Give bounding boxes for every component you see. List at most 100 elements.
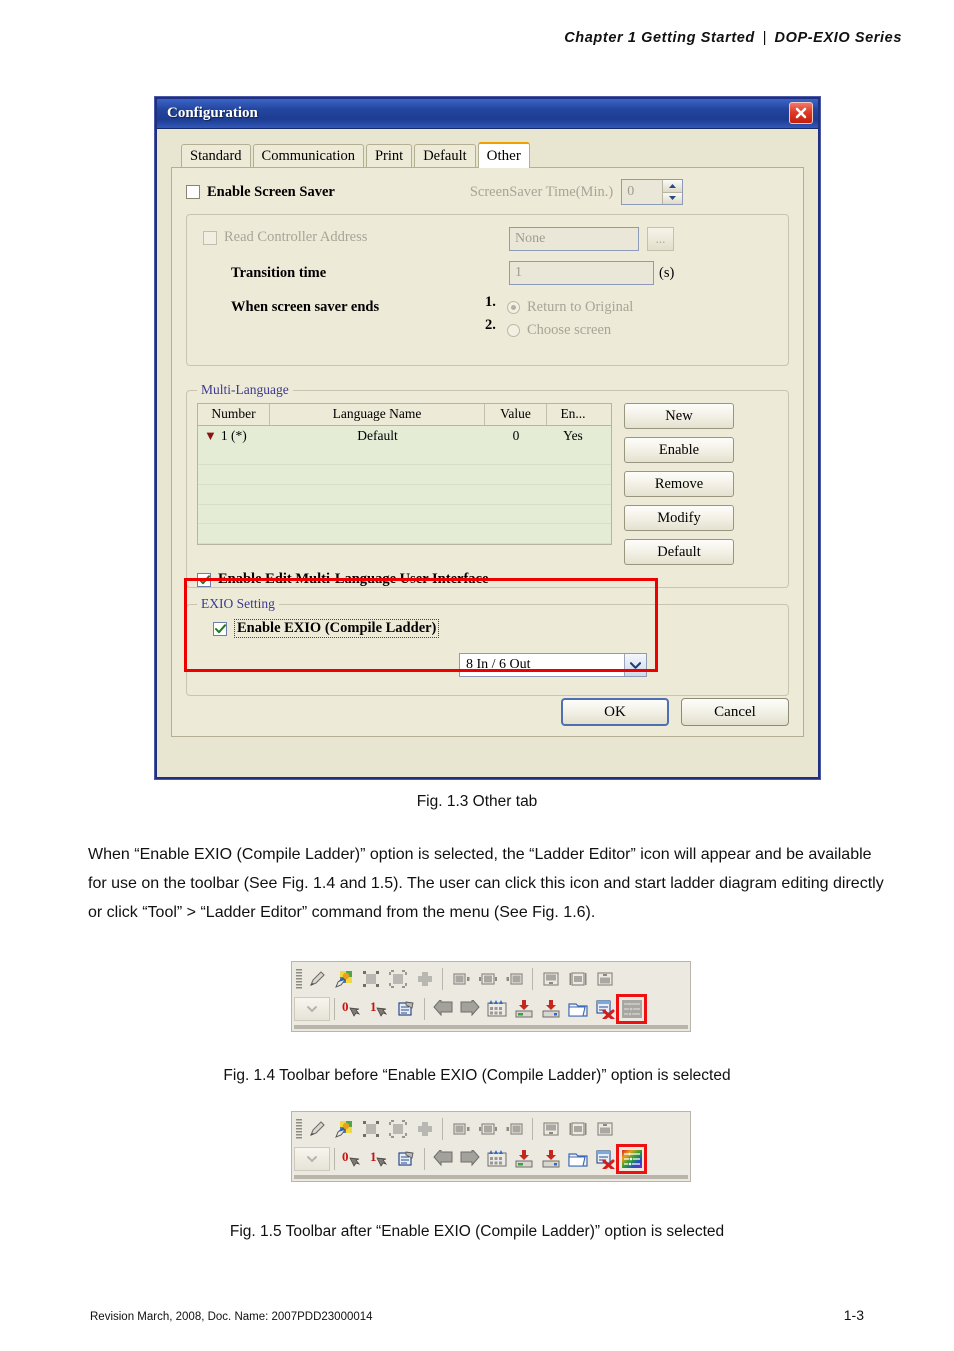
- next-screen-icon[interactable]: [456, 1146, 483, 1172]
- return-to-original-option[interactable]: Return to Original: [507, 299, 633, 316]
- align-right-icon[interactable]: [501, 1116, 528, 1142]
- table-row[interactable]: ▼ 1 (*) Default 0 Yes: [198, 426, 611, 446]
- open-folder-icon[interactable]: [564, 1146, 591, 1172]
- screensaver-time-stepper[interactable]: 0: [621, 179, 684, 205]
- dialog-title: Configuration: [167, 105, 258, 121]
- upload-icon[interactable]: [537, 1146, 564, 1172]
- tab-communication[interactable]: Communication: [252, 144, 364, 167]
- align-middle-icon[interactable]: [564, 966, 591, 992]
- cancel-button[interactable]: Cancel: [681, 698, 789, 726]
- state-0-icon[interactable]: 0: [339, 996, 366, 1022]
- previous-screen-icon[interactable]: [429, 996, 456, 1022]
- align-top-icon[interactable]: [537, 1116, 564, 1142]
- read-controller-row: Read Controller Address: [203, 229, 367, 246]
- transition-time-field[interactable]: 1: [509, 261, 654, 285]
- controller-address-field[interactable]: None: [509, 227, 639, 251]
- previous-screen-icon[interactable]: [429, 1146, 456, 1172]
- enable-screen-saver-checkbox[interactable]: [186, 185, 200, 199]
- column-header-value: Value: [485, 404, 547, 425]
- image-picker-icon[interactable]: [330, 1116, 357, 1142]
- row-language-name: Default: [357, 427, 398, 443]
- align-bottom-icon[interactable]: [591, 1116, 618, 1142]
- tab-print[interactable]: Print: [365, 144, 413, 167]
- ok-button[interactable]: OK: [561, 698, 669, 726]
- table-row[interactable]: [198, 445, 611, 466]
- default-language-button[interactable]: Default: [624, 539, 734, 565]
- align-bottom-icon[interactable]: [591, 966, 618, 992]
- caption-fig-1-5: Fig. 1.5 Toolbar after “Enable EXIO (Com…: [229, 1223, 725, 1240]
- language-table[interactable]: Number Language Name Value En... ▼ 1 (*)…: [197, 403, 612, 545]
- modify-language-button[interactable]: Modify: [624, 505, 734, 531]
- table-row[interactable]: [198, 465, 611, 485]
- state-1-icon[interactable]: 1: [366, 996, 393, 1022]
- keypad-icon[interactable]: [483, 1146, 510, 1172]
- align-center-icon[interactable]: [474, 1116, 501, 1142]
- tab-standard[interactable]: Standard: [181, 144, 251, 167]
- ladder-editor-icon[interactable]: [616, 1144, 647, 1174]
- browse-address-button[interactable]: ...: [647, 227, 674, 251]
- node-shape-icon[interactable]: [411, 966, 438, 992]
- keypad-icon[interactable]: [483, 996, 510, 1022]
- page-header: Chapter 1 Getting Started | DOP-EXIO Ser…: [564, 30, 902, 46]
- tab-default[interactable]: Default: [414, 144, 476, 167]
- read-controller-address-checkbox[interactable]: [203, 230, 217, 245]
- image-picker-icon[interactable]: [330, 966, 357, 992]
- toolbar-after-exio: 0 1: [291, 1111, 691, 1182]
- align-top-icon[interactable]: [537, 966, 564, 992]
- upload-icon[interactable]: [537, 996, 564, 1022]
- tab-other[interactable]: Other: [477, 142, 530, 168]
- choose-screen-option[interactable]: Choose screen: [507, 322, 611, 339]
- return-to-original-radio[interactable]: [507, 301, 520, 314]
- close-icon[interactable]: [789, 102, 813, 124]
- screen-properties-icon[interactable]: [393, 996, 420, 1022]
- download-icon[interactable]: [510, 1146, 537, 1172]
- controller-address-value: None: [515, 231, 546, 246]
- align-middle-icon[interactable]: [564, 1116, 591, 1142]
- dropdown-chevron-icon[interactable]: [294, 1147, 330, 1171]
- screen-properties-icon[interactable]: [393, 1146, 420, 1172]
- option-1-number: 1.: [485, 294, 496, 310]
- group-shape-icon[interactable]: [384, 966, 411, 992]
- align-left-icon[interactable]: [447, 966, 474, 992]
- grip-handle[interactable]: [294, 1117, 303, 1141]
- row-enabled: Yes: [563, 427, 583, 443]
- transition-time-value: 1: [515, 265, 522, 280]
- ladder-editor-icon[interactable]: [616, 994, 647, 1024]
- toolbar-bottom-edge: [294, 1175, 688, 1179]
- footer-page-number: 1-3: [843, 1307, 864, 1323]
- align-right-icon[interactable]: [501, 966, 528, 992]
- grip-handle[interactable]: [294, 967, 303, 991]
- stepper-down-icon[interactable]: [663, 192, 683, 204]
- remove-language-button[interactable]: Remove: [624, 471, 734, 497]
- table-row[interactable]: [198, 505, 611, 525]
- dropdown-chevron-icon[interactable]: [294, 997, 330, 1021]
- new-language-button[interactable]: New: [624, 403, 734, 429]
- dialog-body: Standard Communication Print Default Oth…: [157, 129, 818, 777]
- return-to-original-label: Return to Original: [527, 299, 634, 315]
- state-1-icon[interactable]: 1: [366, 1146, 393, 1172]
- select-shape-icon[interactable]: [357, 966, 384, 992]
- node-shape-icon[interactable]: [411, 1116, 438, 1142]
- state-0-icon[interactable]: 0: [339, 1146, 366, 1172]
- align-left-icon[interactable]: [447, 1116, 474, 1142]
- open-folder-icon[interactable]: [564, 996, 591, 1022]
- table-row[interactable]: [198, 485, 611, 505]
- delete-screen-icon[interactable]: [591, 1146, 618, 1172]
- delete-screen-icon[interactable]: [591, 996, 618, 1022]
- align-center-icon[interactable]: [474, 966, 501, 992]
- next-screen-icon[interactable]: [456, 996, 483, 1022]
- row-number: 1 (*): [220, 427, 247, 443]
- pen-tool-icon[interactable]: [303, 966, 330, 992]
- select-shape-icon[interactable]: [357, 1116, 384, 1142]
- download-icon[interactable]: [510, 996, 537, 1022]
- column-header-language-name: Language Name: [270, 404, 485, 425]
- dialog-action-buttons: OK Cancel: [561, 698, 789, 726]
- choose-screen-radio[interactable]: [507, 324, 520, 337]
- table-row[interactable]: [198, 524, 611, 544]
- stepper-up-icon[interactable]: [663, 180, 683, 193]
- svg-text:1: 1: [370, 999, 377, 1014]
- group-shape-icon[interactable]: [384, 1116, 411, 1142]
- enable-language-button[interactable]: Enable: [624, 437, 734, 463]
- pen-tool-icon[interactable]: [303, 1116, 330, 1142]
- toolbar-row-1: [294, 964, 688, 994]
